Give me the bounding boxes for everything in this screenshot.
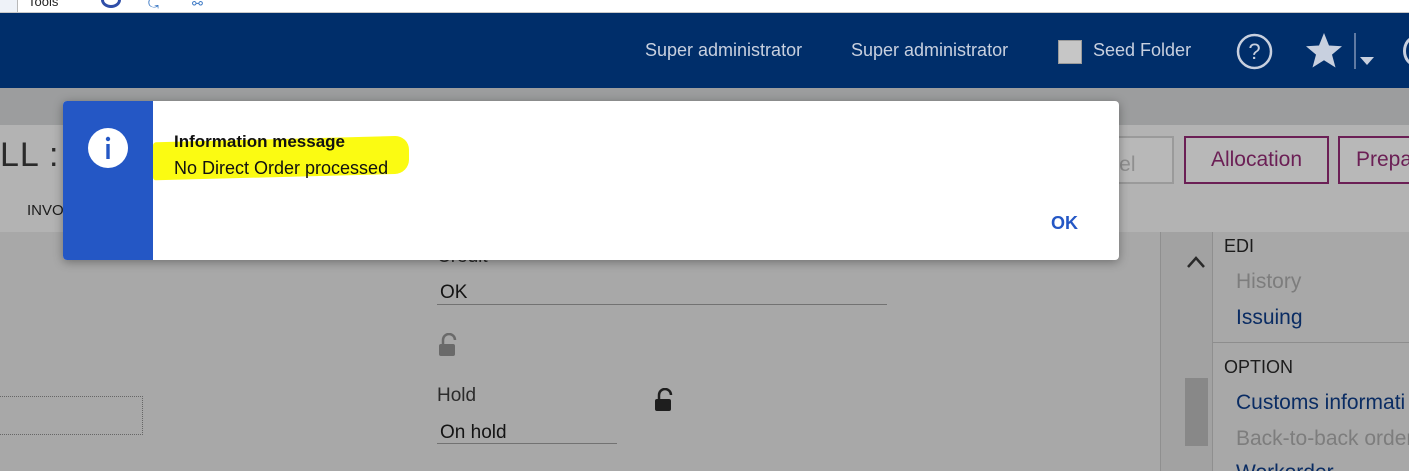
hold-value[interactable]: On hold [440,422,507,444]
ok-button[interactable]: OK [1051,213,1078,234]
form-content [0,232,1160,471]
user-menu-icon[interactable] [1403,36,1409,66]
section-heading-edi: EDI [1224,236,1255,256]
empty-field[interactable] [0,396,143,435]
unlock-icon[interactable] [654,388,676,412]
information-dialog: Information message No Direct Order proc… [63,101,1119,260]
preparation-button[interactable]: Prepa [1338,136,1409,184]
side-divider [1213,342,1409,343]
share-icon[interactable]: ⤿ [148,0,159,10]
help-icon[interactable]: ? [1236,33,1273,70]
app-header: Super administrator Super administrator … [0,13,1409,88]
section-heading-option: OPTION [1224,357,1294,377]
header-divider [1354,33,1356,69]
side-link-back-to-back: Back-to-back order [1236,427,1409,450]
folder-icon[interactable] [1058,40,1082,64]
scrollbar-thumb[interactable] [1185,378,1208,446]
tab-invoicing[interactable]: INVO [27,202,64,219]
unlock-icon[interactable] [438,333,460,357]
star-icon[interactable] [1304,31,1344,71]
credit-underline [437,304,887,305]
top-toolbar-strip: Tools ⤿ ⚯ [0,0,1409,13]
dialog-accent-bar [63,101,153,260]
link-icon[interactable]: ⚯ [192,0,203,10]
folder-label[interactable]: Seed Folder [1093,40,1191,61]
hold-label: Hold [437,385,477,406]
dialog-message: No Direct Order processed [174,158,389,178]
side-link-customs[interactable]: Customs informati [1236,391,1405,415]
credit-value[interactable]: OK [440,282,467,304]
side-link-workorder[interactable]: Workorder [1236,461,1334,471]
side-link-history: History [1236,270,1302,293]
browser-icon[interactable] [101,0,121,8]
chevron-up-icon[interactable] [1186,255,1206,269]
svg-text:?: ? [1248,39,1260,64]
toolbar-tab[interactable] [0,0,18,12]
allocation-button[interactable]: Allocation [1184,136,1329,184]
tools-label[interactable]: Tools [28,0,58,9]
info-icon [88,128,128,168]
hold-underline [437,443,617,444]
user-name-label[interactable]: Super administrator [851,40,1008,61]
side-link-issuing[interactable]: Issuing [1236,306,1303,330]
chevron-down-icon[interactable] [1359,56,1375,66]
dialog-title: Information message [174,132,345,151]
user-role-label[interactable]: Super administrator [645,40,802,61]
